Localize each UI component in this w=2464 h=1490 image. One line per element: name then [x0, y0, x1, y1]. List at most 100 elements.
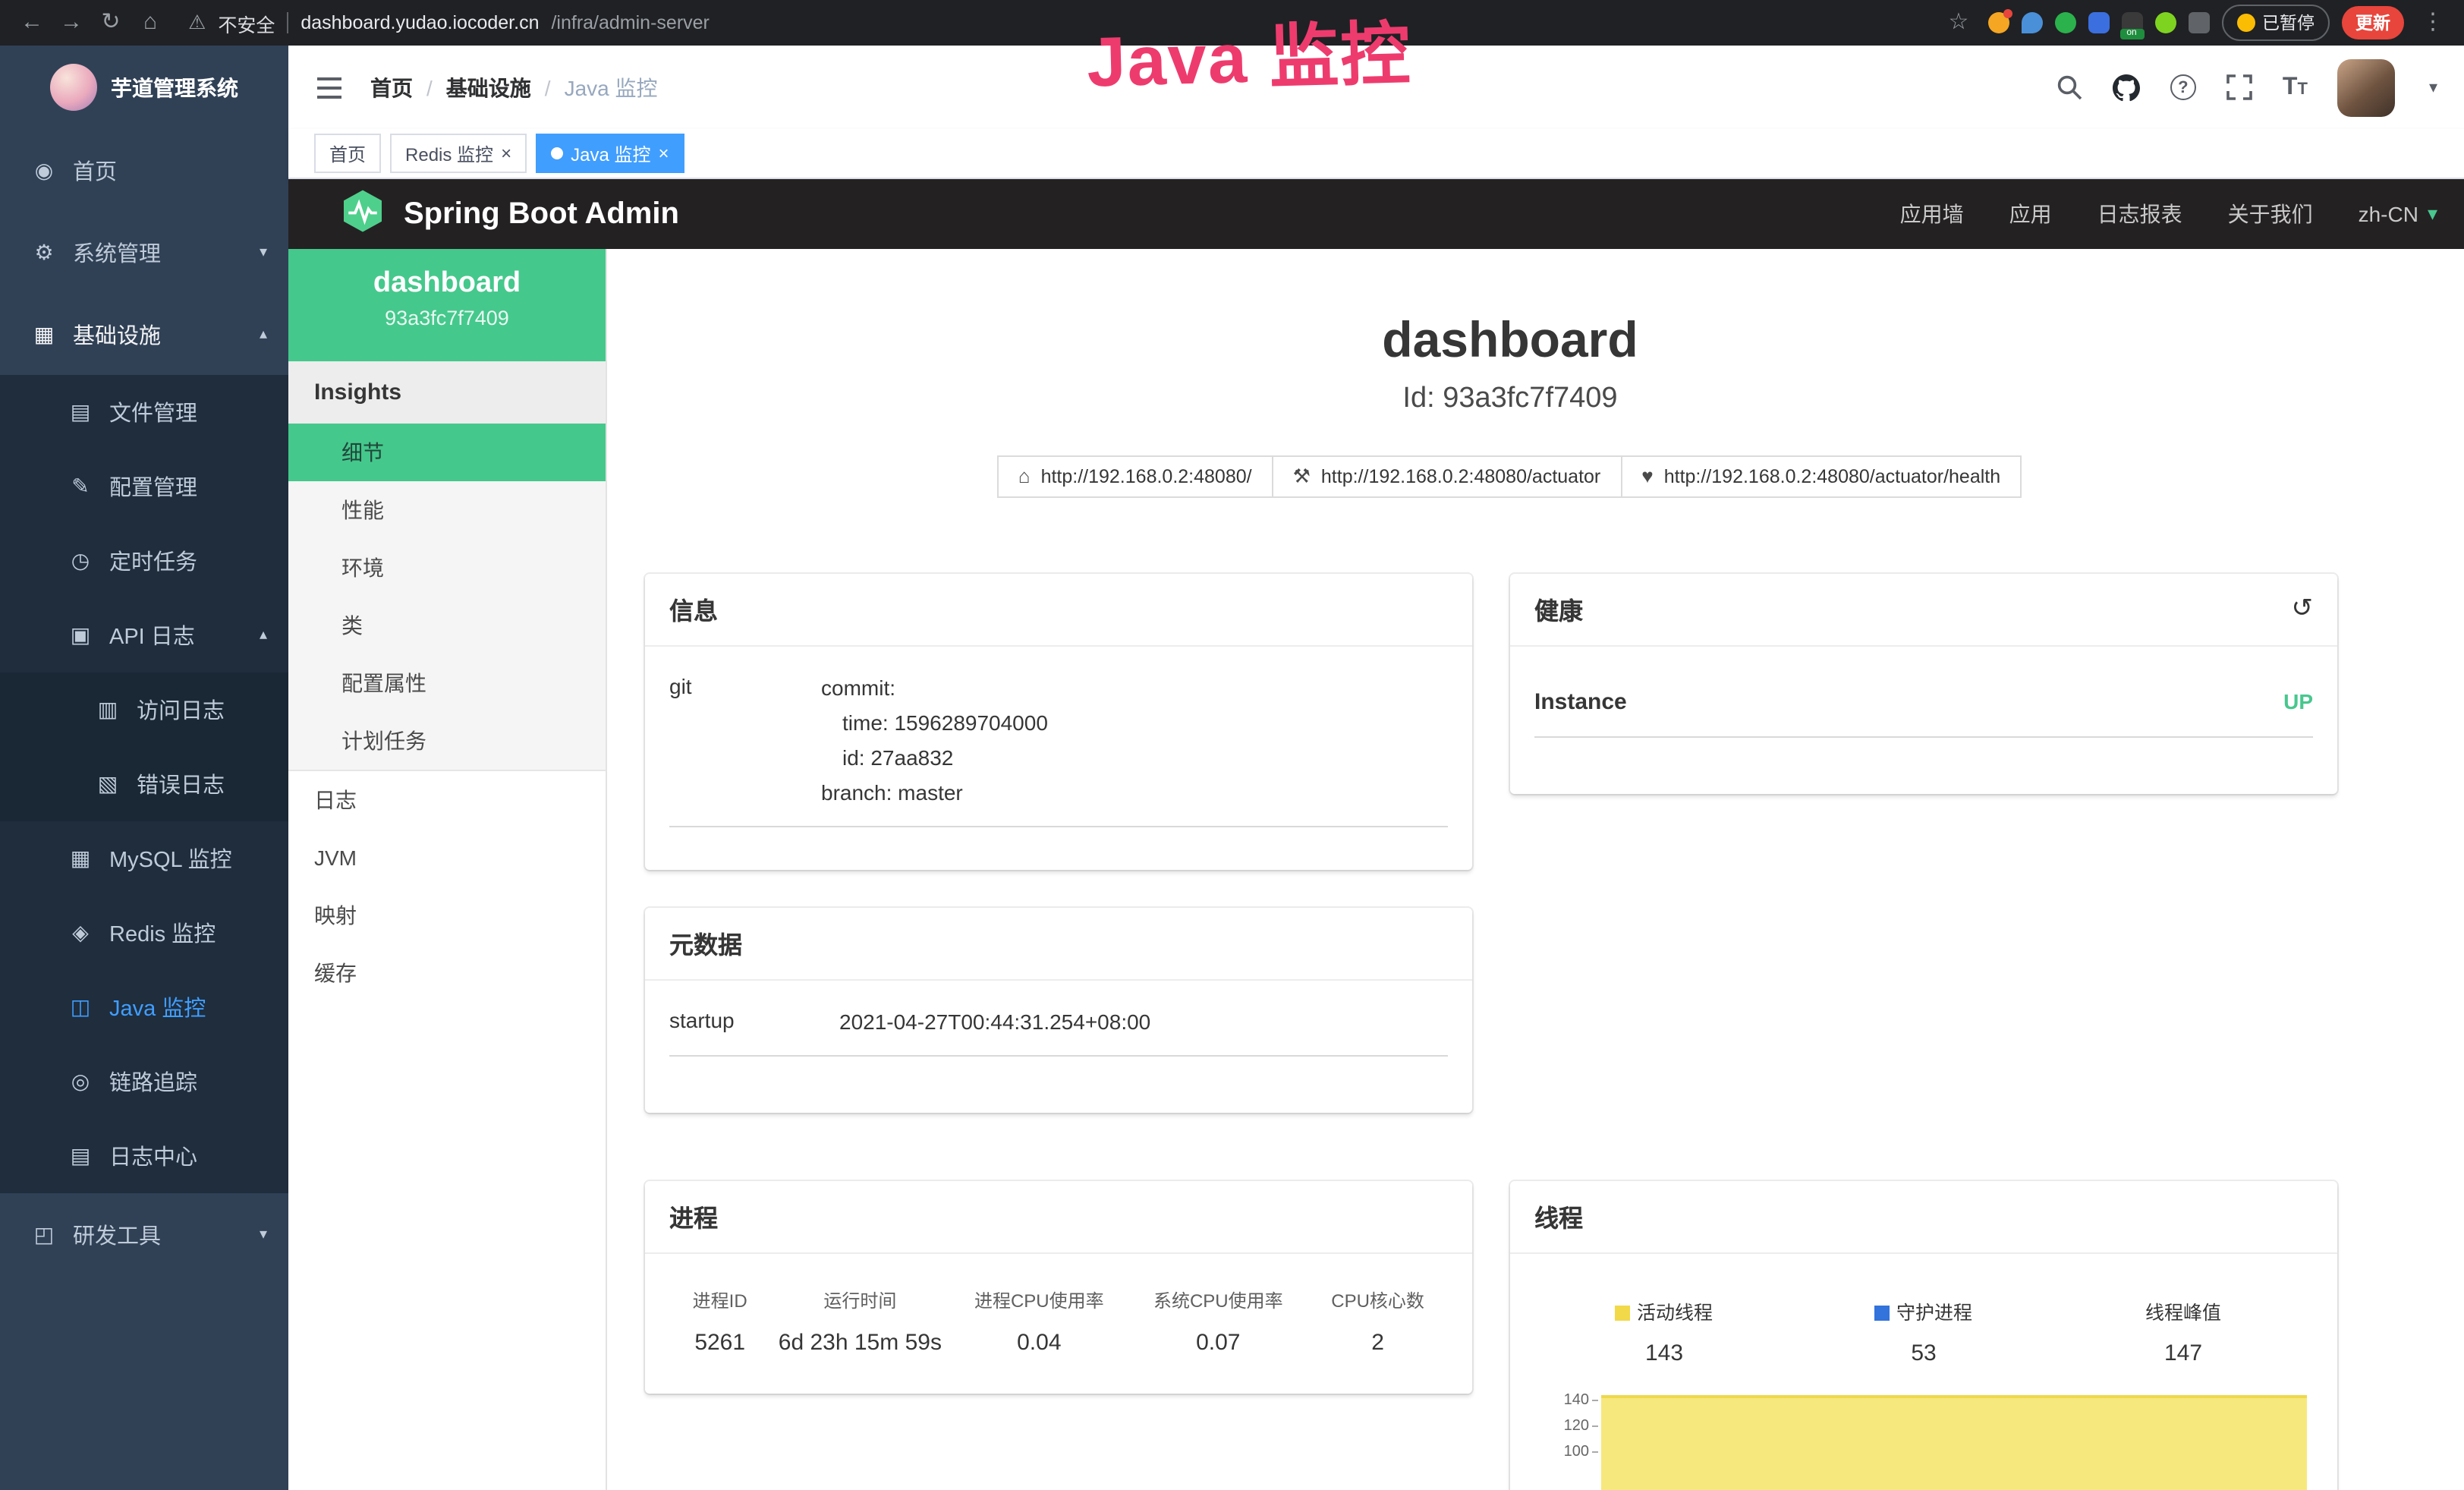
sba-item-beans[interactable]: 类	[288, 597, 606, 654]
browser-reload-icon[interactable]: ↻	[94, 0, 127, 46]
legend-square-blue	[1875, 1305, 1890, 1320]
close-icon[interactable]: ×	[658, 144, 669, 162]
update-button[interactable]: 更新	[2342, 6, 2404, 39]
extension-icon-2[interactable]	[2021, 12, 2042, 33]
history-icon[interactable]: ↺	[2292, 594, 2314, 624]
threads-chart-yaxis: 140 120 100	[1534, 1387, 1601, 1464]
sidebar-item-label: 链路追踪	[109, 1066, 197, 1098]
extension-puzzle-icon[interactable]	[2188, 12, 2209, 33]
extension-icon-6[interactable]	[2154, 12, 2176, 33]
browser-forward-icon[interactable]: →	[55, 0, 88, 46]
sba-instance-id: 93a3fc7f7409	[304, 307, 590, 329]
tab-bar: 首页 Redis 监控 × Java 监控 ×	[288, 129, 2464, 179]
sba-instance-block: dashboard 93a3fc7f7409	[288, 249, 606, 361]
sidebar-item-label: 错误日志	[137, 768, 225, 800]
fullscreen-icon[interactable]	[2226, 74, 2252, 100]
sidebar-item-label: 日志中心	[109, 1140, 197, 1172]
sba-item-details[interactable]: 细节	[288, 424, 606, 481]
paused-badge[interactable]: 已暂停	[2221, 5, 2330, 41]
security-label: 不安全	[218, 8, 275, 37]
github-icon[interactable]	[2113, 74, 2140, 101]
sidebar-item-mysql-monitor[interactable]: ▦ MySQL 监控	[0, 821, 288, 896]
sidebar-item-system[interactable]: ⚙ 系统管理 ▾	[0, 211, 288, 293]
hamburger-icon[interactable]	[316, 75, 343, 99]
extension-icon-4[interactable]	[2088, 12, 2109, 33]
extension-icon-5[interactable]: on	[2121, 12, 2142, 33]
infrastructure-icon: ▦	[30, 321, 58, 347]
process-value: 6d 23h 15m 59s	[770, 1329, 949, 1355]
sidebar-item-error-logs[interactable]: ▧ 错误日志	[0, 747, 288, 821]
instance-link-root[interactable]: ⌂ http://192.168.0.2:48080/	[997, 455, 1273, 497]
tab-home[interactable]: 首页	[314, 134, 381, 173]
sba-nav-about[interactable]: 关于我们	[2228, 199, 2313, 229]
breadcrumb-infrastructure[interactable]: 基础设施	[446, 72, 531, 102]
sidebar-item-label: API 日志	[109, 619, 195, 651]
process-value: 5261	[669, 1329, 770, 1355]
paused-badge-label: 已暂停	[2262, 11, 2315, 35]
extension-icon-3[interactable]	[2054, 12, 2075, 33]
active-threads-area	[1601, 1394, 2307, 1490]
sba-item-metrics[interactable]: 性能	[288, 481, 606, 539]
close-icon[interactable]: ×	[501, 144, 511, 162]
sidebar-item-label: 访问日志	[137, 694, 225, 726]
font-size-icon[interactable]: TT	[2283, 74, 2308, 101]
kebab-menu-icon[interactable]: ⋮	[2416, 0, 2450, 46]
home-icon: ⌂	[1018, 465, 1031, 487]
threads-legend: 活动线程 守护进程 线程峰值	[1534, 1277, 2313, 1325]
sba-nav-applications[interactable]: 应用	[2009, 199, 2052, 229]
breadcrumb-home[interactable]: 首页	[370, 72, 413, 102]
sba-item-jvm[interactable]: JVM	[288, 829, 606, 887]
sba-logo-icon	[340, 187, 385, 241]
sidebar-item-access-logs[interactable]: ▥ 访问日志	[0, 673, 288, 747]
log-center-icon: ▤	[67, 1143, 94, 1169]
search-icon[interactable]	[2056, 74, 2082, 100]
heart-icon: ♥	[1641, 465, 1653, 487]
sidebar-item-redis-monitor[interactable]: ◈ Redis 监控	[0, 896, 288, 970]
sidebar-item-home[interactable]: ◉ 首页	[0, 129, 288, 211]
tab-java-monitor[interactable]: Java 监控 ×	[536, 134, 684, 173]
process-header: 运行时间	[770, 1287, 949, 1312]
toolbox-icon: ◰	[30, 1221, 58, 1247]
sba-sidebar: dashboard 93a3fc7f7409 Insights 细节 性能 环境…	[288, 249, 607, 1490]
process-value: 2	[1308, 1329, 1448, 1355]
app-logo[interactable]: 芋道管理系统	[0, 46, 288, 129]
instance-link-health[interactable]: ♥ http://192.168.0.2:48080/actuator/heal…	[1620, 455, 2022, 497]
sidebar-item-java-monitor[interactable]: ◫ Java 监控	[0, 970, 288, 1044]
sba-item-mappings[interactable]: 映射	[288, 887, 606, 944]
avatar-caret-icon[interactable]: ▾	[2429, 77, 2437, 97]
breadcrumb-current: Java 监控	[565, 72, 658, 102]
address-bar[interactable]: ⚠ 不安全 dashboard.yudao.iocoder.cn /infra/…	[173, 8, 1936, 37]
sba-language-select[interactable]: zh-CN ▾	[2359, 202, 2437, 226]
sba-item-config-props[interactable]: 配置属性	[288, 654, 606, 712]
sba-item-scheduled-tasks[interactable]: 计划任务	[288, 712, 606, 770]
cards-right-column: 健康 ↺ Instance UP	[1510, 573, 2337, 1490]
sba-nav-wallboard[interactable]: 应用墙	[1900, 199, 1964, 229]
cards-left-column: 信息 git commit: time: 1596289704000	[645, 573, 1472, 1490]
sba-nav-journal[interactable]: 日志报表	[2097, 199, 2182, 229]
sidebar-item-api-logs[interactable]: ▣ API 日志 ▴	[0, 598, 288, 673]
extension-icon-1[interactable]	[1987, 12, 2009, 33]
sidebar-item-config-management[interactable]: ✎ 配置管理	[0, 449, 288, 524]
health-card: 健康 ↺ Instance UP	[1510, 573, 2337, 793]
sba-item-loggers[interactable]: 日志	[288, 771, 606, 829]
sidebar-item-file-management[interactable]: ▤ 文件管理	[0, 375, 288, 449]
sba-item-caches[interactable]: 缓存	[288, 944, 606, 1002]
tab-redis-monitor[interactable]: Redis 监控 ×	[390, 134, 527, 173]
chevron-up-icon: ▴	[260, 326, 267, 342]
browser-home-icon[interactable]: ⌂	[134, 0, 167, 46]
help-icon[interactable]: ?	[2170, 74, 2196, 100]
sidebar-item-dev-tools[interactable]: ◰ 研发工具 ▾	[0, 1193, 288, 1275]
sba-item-environment[interactable]: 环境	[288, 539, 606, 597]
breadcrumb-separator: /	[545, 75, 551, 99]
browser-back-icon[interactable]: ←	[15, 0, 49, 46]
sidebar-item-scheduled-tasks[interactable]: ◷ 定时任务	[0, 524, 288, 598]
mysql-icon: ▦	[67, 846, 94, 871]
sidebar-item-trace[interactable]: ◎ 链路追踪	[0, 1044, 288, 1119]
sidebar-item-log-center[interactable]: ▤ 日志中心	[0, 1119, 288, 1193]
tab-label: Java 监控	[571, 140, 650, 166]
chevron-down-icon: ▾	[2428, 202, 2437, 226]
instance-link-actuator[interactable]: ⚒ http://192.168.0.2:48080/actuator	[1272, 455, 1622, 497]
bookmark-star-icon[interactable]: ☆	[1942, 0, 1975, 46]
sidebar-item-infrastructure[interactable]: ▦ 基础设施 ▴	[0, 293, 288, 375]
avatar[interactable]	[2338, 58, 2396, 116]
